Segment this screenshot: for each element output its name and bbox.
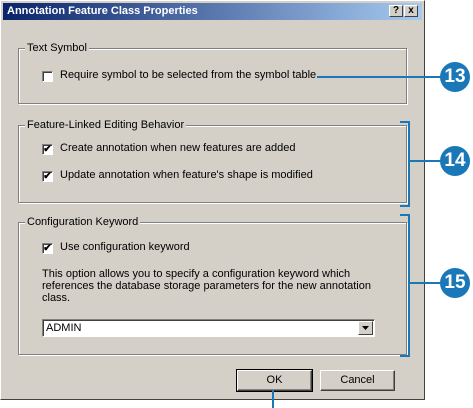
use-config-keyword-checkbox[interactable]: ✔ bbox=[42, 243, 53, 254]
ok-button[interactable]: OK bbox=[236, 369, 313, 392]
feature-linked-legend: Feature-Linked Editing Behavior bbox=[25, 119, 187, 131]
configuration-keyword-group: Configuration Keyword ✔ Use configuratio… bbox=[18, 216, 407, 355]
title-bar: Annotation Feature Class Properties ? x bbox=[3, 3, 422, 20]
cancel-button[interactable]: Cancel bbox=[320, 370, 395, 391]
update-annotation-label: Update annotation when feature's shape i… bbox=[60, 169, 313, 181]
close-button[interactable]: x bbox=[404, 5, 418, 17]
feature-linked-group: Feature-Linked Editing Behavior ✔ Create… bbox=[18, 119, 407, 203]
callout-15-bracket bbox=[400, 214, 410, 357]
callout-13-leader-line bbox=[317, 76, 441, 78]
configuration-keyword-legend: Configuration Keyword bbox=[25, 216, 141, 228]
require-symbol-checkbox[interactable] bbox=[42, 71, 53, 82]
callout-15-leader-line bbox=[408, 282, 442, 284]
callout-14-leader-line bbox=[408, 160, 442, 162]
create-annotation-checkbox[interactable]: ✔ bbox=[42, 144, 53, 155]
config-keyword-value: ADMIN bbox=[46, 322, 82, 334]
chevron-down-icon bbox=[362, 326, 369, 330]
use-config-keyword-label: Use configuration keyword bbox=[60, 241, 190, 253]
config-keyword-select[interactable]: ADMIN bbox=[42, 319, 375, 337]
checkmark-icon: ✔ bbox=[43, 243, 52, 254]
require-symbol-label: Require symbol to be selected from the s… bbox=[60, 69, 317, 81]
annotation-feature-class-dialog: Annotation Feature Class Properties ? x … bbox=[0, 0, 425, 400]
dropdown-arrow-button[interactable] bbox=[358, 321, 373, 335]
callout-14-bracket bbox=[400, 121, 410, 207]
callout-15-badge: 15 bbox=[440, 268, 470, 298]
help-button[interactable]: ? bbox=[389, 5, 403, 17]
config-keyword-description: This option allows you to specify a conf… bbox=[42, 268, 371, 304]
update-annotation-checkbox[interactable]: ✔ bbox=[42, 171, 53, 182]
ok-callout-leader-line bbox=[272, 390, 274, 408]
create-annotation-label: Create annotation when new features are … bbox=[60, 142, 296, 154]
callout-13-badge: 13 bbox=[440, 62, 470, 92]
checkmark-icon: ✔ bbox=[43, 144, 52, 155]
callout-14-badge: 14 bbox=[440, 146, 470, 176]
checkmark-icon: ✔ bbox=[43, 171, 52, 182]
window-title: Annotation Feature Class Properties bbox=[7, 5, 198, 17]
text-symbol-legend: Text Symbol bbox=[25, 42, 89, 54]
